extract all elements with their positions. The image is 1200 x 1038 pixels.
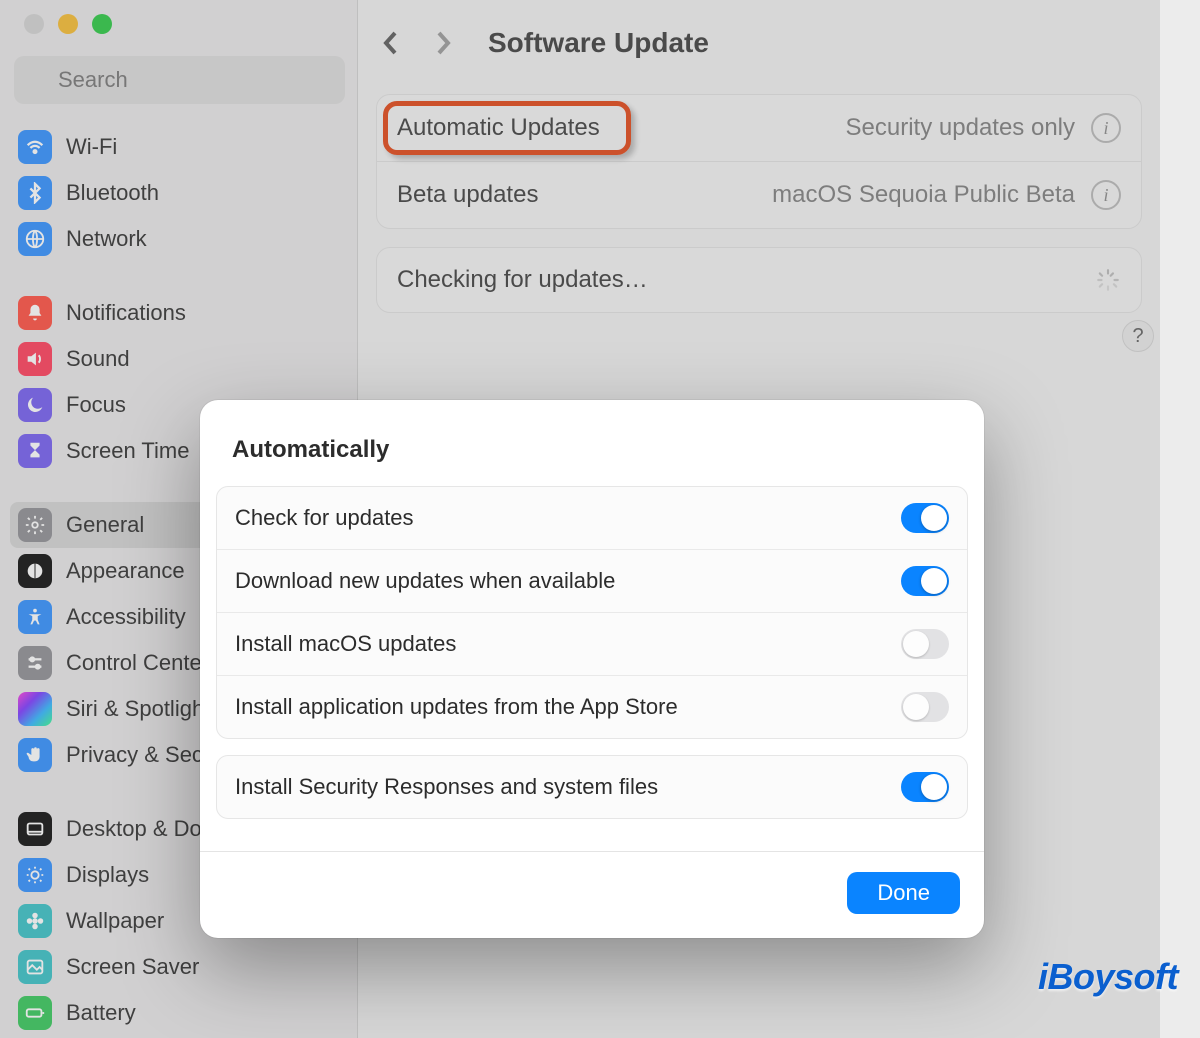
battery-icon bbox=[18, 996, 52, 1030]
sidebar-item-label: Bluetooth bbox=[66, 180, 159, 206]
minimize-window-button[interactable] bbox=[58, 14, 78, 34]
accessibility-icon bbox=[18, 600, 52, 634]
checking-row: Checking for updates… bbox=[377, 248, 1141, 312]
toggle-label: Check for updates bbox=[235, 505, 901, 531]
row-label: Automatic Updates bbox=[397, 114, 600, 142]
info-icon[interactable]: i bbox=[1091, 113, 1121, 143]
toggle-row-check-updates: Check for updates bbox=[217, 487, 967, 549]
toggle-label: Install application updates from the App… bbox=[235, 694, 901, 720]
forward-button[interactable] bbox=[428, 28, 458, 58]
sidebar-item-label: Screen Time bbox=[66, 438, 190, 464]
speaker-icon bbox=[18, 342, 52, 376]
bell-icon bbox=[18, 296, 52, 330]
checking-label: Checking for updates… bbox=[397, 266, 648, 294]
zoom-window-button[interactable] bbox=[92, 14, 112, 34]
spinner-icon bbox=[1095, 267, 1121, 293]
close-window-button[interactable] bbox=[24, 14, 44, 34]
row-label: Beta updates bbox=[397, 181, 538, 209]
page-title: Software Update bbox=[488, 27, 709, 59]
sidebar-item-label: Displays bbox=[66, 862, 149, 888]
moon-icon bbox=[18, 388, 52, 422]
bluetooth-icon bbox=[18, 176, 52, 210]
sun-icon bbox=[18, 858, 52, 892]
automatic-updates-sheet: Automatically Check for updates Download… bbox=[200, 400, 984, 938]
sidebar-item-label: Sound bbox=[66, 346, 130, 372]
row-value: Security updates only bbox=[846, 114, 1075, 142]
sidebar-item-label: Accessibility bbox=[66, 604, 186, 630]
sidebar-item-battery[interactable]: Battery bbox=[10, 990, 347, 1036]
sheet-group-2: Install Security Responses and system fi… bbox=[216, 755, 968, 819]
toggle-row-download-updates: Download new updates when available bbox=[217, 549, 967, 612]
siri-icon bbox=[18, 692, 52, 726]
search-input[interactable] bbox=[14, 56, 345, 104]
toggle-check-updates[interactable] bbox=[901, 503, 949, 533]
done-button[interactable]: Done bbox=[847, 872, 960, 914]
sheet-title: Automatically bbox=[200, 436, 984, 486]
appearance-icon bbox=[18, 554, 52, 588]
hourglass-icon bbox=[18, 434, 52, 468]
sidebar-item-notifications[interactable]: Notifications bbox=[10, 290, 347, 336]
toggle-label: Install macOS updates bbox=[235, 631, 901, 657]
toggle-download-updates[interactable] bbox=[901, 566, 949, 596]
sidebar-item-sound[interactable]: Sound bbox=[10, 336, 347, 382]
sliders-icon bbox=[18, 646, 52, 680]
toggle-row-install-security: Install Security Responses and system fi… bbox=[217, 756, 967, 818]
sidebar-item-network[interactable]: Network bbox=[10, 216, 347, 262]
info-icon[interactable]: i bbox=[1091, 180, 1121, 210]
sidebar-item-label: Network bbox=[66, 226, 147, 252]
toggle-install-macos[interactable] bbox=[901, 629, 949, 659]
toggle-row-install-macos: Install macOS updates bbox=[217, 612, 967, 675]
dock-icon bbox=[18, 812, 52, 846]
toggle-install-appstore[interactable] bbox=[901, 692, 949, 722]
sidebar-item-screen-saver[interactable]: Screen Saver bbox=[10, 944, 347, 990]
automatic-updates-row[interactable]: Automatic Updates Security updates only … bbox=[377, 95, 1141, 161]
sidebar-item-label: Notifications bbox=[66, 300, 186, 326]
updates-panel: Automatic Updates Security updates only … bbox=[376, 94, 1142, 229]
back-button[interactable] bbox=[376, 28, 406, 58]
sidebar-item-label: Battery bbox=[66, 1000, 136, 1026]
hand-icon bbox=[18, 738, 52, 772]
toggle-label: Download new updates when available bbox=[235, 568, 901, 594]
sidebar-item-wifi[interactable]: Wi-Fi bbox=[10, 124, 347, 170]
sidebar-item-label: Control Center bbox=[66, 650, 209, 676]
sidebar-item-label: Wi-Fi bbox=[66, 134, 117, 160]
wifi-icon bbox=[18, 130, 52, 164]
help-button[interactable]: ? bbox=[1122, 320, 1154, 352]
sidebar-item-label: Appearance bbox=[66, 558, 185, 584]
sidebar-item-label: Screen Saver bbox=[66, 954, 199, 980]
sheet-group-1: Check for updates Download new updates w… bbox=[216, 486, 968, 739]
watermark: iBoysoft bbox=[1038, 956, 1178, 998]
header: Software Update bbox=[376, 16, 1142, 70]
checking-panel: Checking for updates… bbox=[376, 247, 1142, 313]
toggle-install-security[interactable] bbox=[901, 772, 949, 802]
gear-icon bbox=[18, 508, 52, 542]
toggle-row-install-appstore: Install application updates from the App… bbox=[217, 675, 967, 738]
image-icon bbox=[18, 950, 52, 984]
toggle-label: Install Security Responses and system fi… bbox=[235, 774, 901, 800]
sidebar-item-label: Wallpaper bbox=[66, 908, 164, 934]
beta-updates-row[interactable]: Beta updates macOS Sequoia Public Beta i bbox=[377, 161, 1141, 228]
sidebar-item-bluetooth[interactable]: Bluetooth bbox=[10, 170, 347, 216]
window-controls bbox=[0, 10, 357, 56]
globe-icon bbox=[18, 222, 52, 256]
sidebar-item-label: Siri & Spotlight bbox=[66, 696, 210, 722]
row-value: macOS Sequoia Public Beta bbox=[772, 181, 1075, 209]
flower-icon bbox=[18, 904, 52, 938]
sidebar-item-label: General bbox=[66, 512, 144, 538]
sidebar-item-label: Focus bbox=[66, 392, 126, 418]
